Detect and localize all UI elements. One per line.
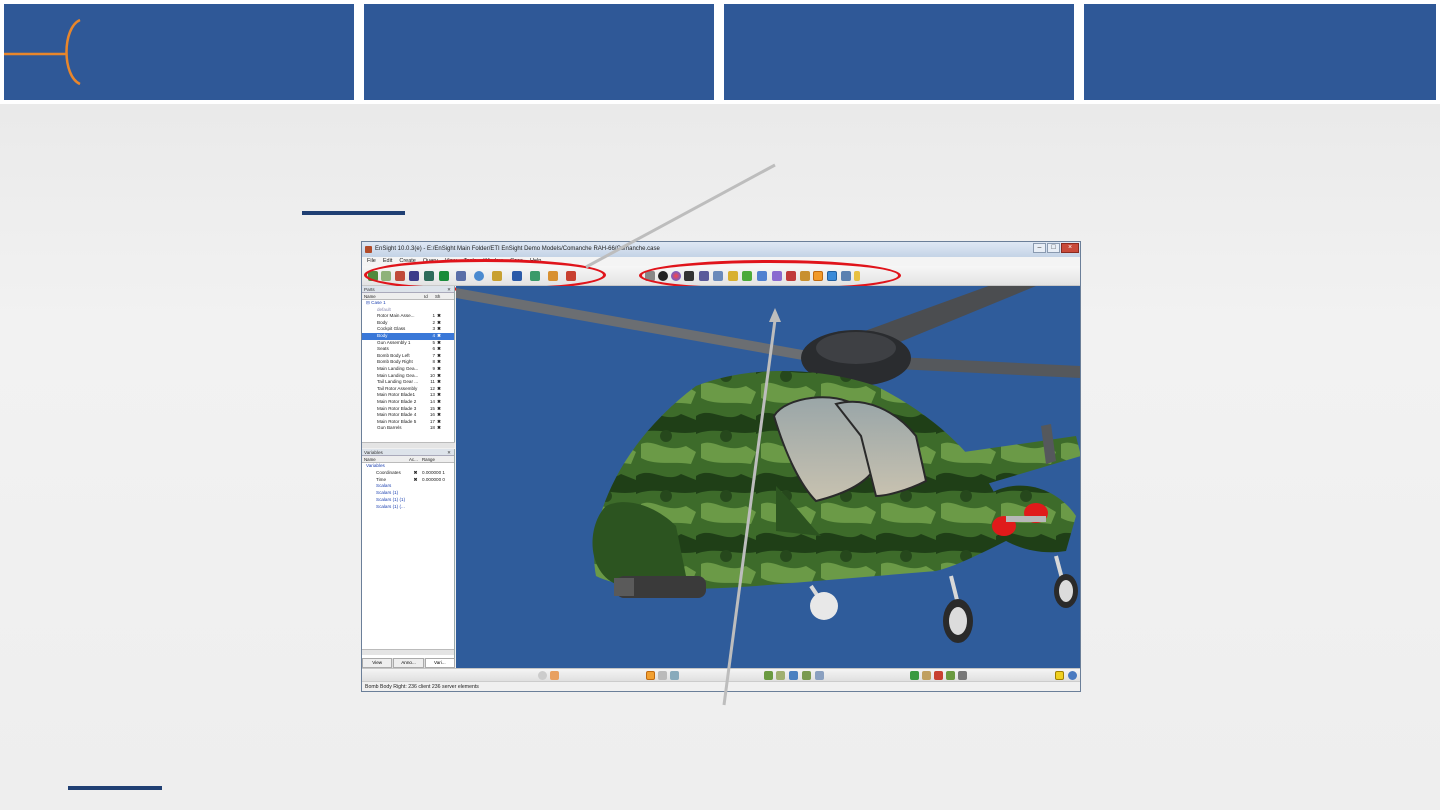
pointer-line (585, 163, 776, 269)
pointer-line (722, 319, 777, 706)
annotation-pointers (585, 163, 781, 706)
slide: EnSight 10.0.3(e) - E:/EnSight Main Fold… (0, 0, 1440, 810)
pointer-arrow-icon (769, 308, 781, 322)
